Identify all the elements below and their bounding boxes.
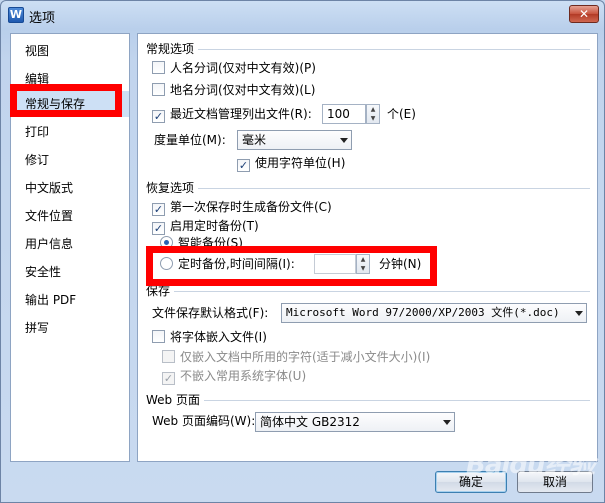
timed-backup-option[interactable]: ✓ 启用定时备份(T) bbox=[152, 217, 259, 235]
no-common-fonts-option[interactable]: ✓ 不嵌入常用系统字体(U) bbox=[162, 367, 306, 385]
general-section-title: 常规选项 bbox=[146, 40, 199, 57]
embed-used-only-option[interactable]: 仅嵌入文档中所用的字符(适于减小文件大小)(I) bbox=[162, 348, 430, 366]
options-dialog: W 选项 ✕ 视图 编辑 常规与保存 打印 修订 中文版式 文件位置 用户信息 … bbox=[0, 0, 605, 503]
cancel-button[interactable]: 取消 bbox=[517, 471, 593, 493]
general-divider bbox=[146, 49, 590, 50]
measure-unit-label: 度量单位(M): bbox=[154, 133, 226, 147]
chevron-down-icon bbox=[443, 420, 451, 425]
recent-files-count-input[interactable]: 100 bbox=[322, 104, 366, 124]
char-unit-checkbox[interactable]: ✓ bbox=[237, 159, 250, 172]
embed-fonts-option[interactable]: 将字体嵌入文件(I) bbox=[152, 328, 267, 346]
measure-unit-value: 毫米 bbox=[242, 133, 267, 147]
place-split-option[interactable]: 地名分词(仅对中文有效)(L) bbox=[152, 81, 315, 99]
recent-files-label: 最近文档管理列出文件(R): bbox=[170, 107, 312, 121]
default-format-value: Microsoft Word 97/2000/XP/2003 文件(*.doc) bbox=[286, 306, 560, 319]
first-backup-option[interactable]: ✓ 第一次保存时生成备份文件(C) bbox=[152, 198, 332, 216]
no-common-fonts-label: 不嵌入常用系统字体(U) bbox=[180, 369, 307, 383]
wps-writer-icon: W bbox=[8, 7, 24, 23]
default-format-label: 文件保存默认格式(F): bbox=[152, 306, 269, 320]
recent-files-spinner[interactable]: ▲ ▼ bbox=[366, 104, 380, 124]
web-encoding-value: 简体中文 GB2312 bbox=[260, 415, 360, 429]
place-split-label: 地名分词(仅对中文有效)(L) bbox=[170, 83, 316, 97]
sidebar-item-revision[interactable]: 修订 bbox=[11, 147, 129, 173]
interval-unit: 分钟(N) bbox=[379, 257, 422, 271]
web-encoding-select[interactable]: 简体中文 GB2312 bbox=[255, 412, 455, 432]
close-button[interactable]: ✕ bbox=[569, 5, 599, 23]
embed-fonts-label: 将字体嵌入文件(I) bbox=[170, 330, 267, 344]
spin-down-icon[interactable]: ▼ bbox=[357, 264, 369, 273]
web-section-title: Web 页面 bbox=[146, 391, 204, 408]
char-unit-label: 使用字符单位(H) bbox=[255, 156, 346, 170]
interval-backup-option[interactable]: 定时备份,时间间隔(I): bbox=[160, 255, 295, 273]
smart-backup-option[interactable]: 智能备份(S) bbox=[160, 234, 243, 252]
recovery-section-title: 恢复选项 bbox=[146, 179, 199, 196]
recent-files-unit: 个(E) bbox=[387, 107, 416, 121]
interval-minutes-input[interactable] bbox=[314, 254, 356, 274]
save-section-title: 保存 bbox=[146, 282, 175, 299]
name-split-label: 人名分词(仅对中文有效)(P) bbox=[170, 61, 316, 75]
sidebar-item-user-info[interactable]: 用户信息 bbox=[11, 231, 129, 257]
smart-backup-radio[interactable] bbox=[160, 236, 173, 249]
dialog-title: 选项 bbox=[29, 11, 56, 26]
recent-files-option[interactable]: ✓ 最近文档管理列出文件(R): bbox=[152, 105, 312, 123]
sidebar-item-view[interactable]: 视图 bbox=[11, 38, 129, 64]
place-split-checkbox[interactable] bbox=[152, 83, 165, 96]
interval-backup-label: 定时备份,时间间隔(I): bbox=[178, 257, 295, 271]
sidebar-item-security[interactable]: 安全性 bbox=[11, 259, 129, 285]
ok-button[interactable]: 确定 bbox=[435, 471, 507, 493]
measure-unit-select[interactable]: 毫米 bbox=[237, 130, 352, 150]
chevron-down-icon bbox=[340, 138, 348, 143]
sidebar-item-file-location[interactable]: 文件位置 bbox=[11, 203, 129, 229]
spin-down-icon[interactable]: ▼ bbox=[367, 114, 379, 123]
first-backup-label: 第一次保存时生成备份文件(C) bbox=[170, 200, 332, 214]
settings-panel: 常规选项 人名分词(仅对中文有效)(P) 地名分词(仅对中文有效)(L) ✓ 最近… bbox=[137, 33, 598, 462]
category-list: 视图 编辑 常规与保存 打印 修订 中文版式 文件位置 用户信息 安全性 输出 … bbox=[10, 33, 130, 462]
name-split-option[interactable]: 人名分词(仅对中文有效)(P) bbox=[152, 59, 316, 77]
title-bar[interactable]: W 选项 ✕ bbox=[1, 1, 604, 29]
recovery-divider bbox=[146, 188, 590, 189]
char-unit-option[interactable]: ✓ 使用字符单位(H) bbox=[237, 154, 345, 172]
chevron-down-icon bbox=[575, 311, 583, 316]
sidebar-item-spelling[interactable]: 拼写 bbox=[11, 315, 129, 341]
sidebar-item-pdf-output[interactable]: 输出 PDF bbox=[11, 287, 129, 313]
embed-used-only-checkbox[interactable] bbox=[162, 350, 175, 363]
web-divider bbox=[146, 400, 590, 401]
sidebar-item-print[interactable]: 打印 bbox=[11, 119, 129, 145]
default-format-select[interactable]: Microsoft Word 97/2000/XP/2003 文件(*.doc) bbox=[281, 303, 587, 323]
timed-backup-label: 启用定时备份(T) bbox=[170, 219, 259, 233]
name-split-checkbox[interactable] bbox=[152, 61, 165, 74]
sidebar-item-general-save[interactable]: 常规与保存 bbox=[11, 91, 129, 117]
interval-backup-radio[interactable] bbox=[160, 257, 173, 270]
smart-backup-label: 智能备份(S) bbox=[178, 236, 243, 250]
first-backup-checkbox[interactable]: ✓ bbox=[152, 203, 165, 216]
embed-used-only-label: 仅嵌入文档中所用的字符(适于减小文件大小)(I) bbox=[180, 350, 431, 364]
close-icon: ✕ bbox=[578, 7, 590, 21]
no-common-fonts-checkbox[interactable]: ✓ bbox=[162, 372, 175, 385]
spin-up-icon[interactable]: ▲ bbox=[357, 255, 369, 264]
interval-spinner[interactable]: ▲ ▼ bbox=[356, 254, 370, 274]
recent-files-checkbox[interactable]: ✓ bbox=[152, 110, 165, 123]
sidebar-item-chinese-layout[interactable]: 中文版式 bbox=[11, 175, 129, 201]
web-encoding-label: Web 页面编码(W): bbox=[152, 414, 256, 428]
spin-up-icon[interactable]: ▲ bbox=[367, 105, 379, 114]
sidebar-item-edit[interactable]: 编辑 bbox=[11, 66, 129, 92]
save-divider bbox=[146, 291, 590, 292]
embed-fonts-checkbox[interactable] bbox=[152, 330, 165, 343]
